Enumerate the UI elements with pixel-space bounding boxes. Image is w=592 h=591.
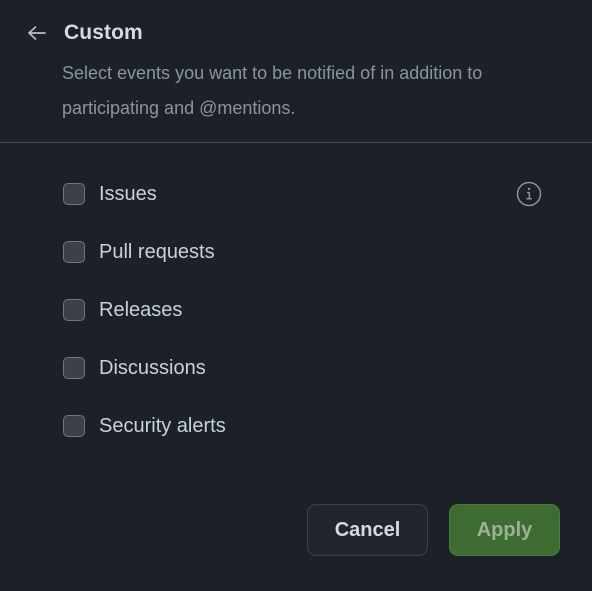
option-label-issues: Issues — [99, 183, 157, 205]
option-row-security-alerts[interactable]: Security alerts — [0, 409, 592, 443]
header-title-row: Custom — [24, 18, 568, 48]
cancel-button[interactable]: Cancel — [307, 504, 428, 556]
checkbox-pull-requests[interactable] — [63, 241, 85, 263]
checkbox-releases[interactable] — [63, 299, 85, 321]
option-label-security-alerts: Security alerts — [99, 415, 226, 437]
option-label-releases: Releases — [99, 299, 183, 321]
custom-notifications-panel: Custom Select events you want to be noti… — [0, 0, 592, 591]
checkbox-discussions[interactable] — [63, 357, 85, 379]
arrow-left-icon — [24, 20, 50, 46]
panel-footer: Cancel Apply — [0, 504, 592, 556]
option-row-issues[interactable]: Issues — [0, 177, 592, 211]
option-label-pull-requests: Pull requests — [99, 241, 215, 263]
page-title: Custom — [64, 21, 143, 44]
checkbox-security-alerts[interactable] — [63, 415, 85, 437]
apply-button[interactable]: Apply — [449, 504, 560, 556]
notification-options-list: Issues Pull requests Releases Discussion… — [0, 143, 592, 443]
info-icon[interactable] — [516, 181, 542, 207]
checkbox-issues[interactable] — [63, 183, 85, 205]
panel-header: Custom Select events you want to be noti… — [0, 0, 592, 142]
back-button[interactable] — [24, 20, 50, 46]
option-row-pull-requests[interactable]: Pull requests — [0, 235, 592, 269]
option-row-releases[interactable]: Releases — [0, 293, 592, 327]
option-label-discussions: Discussions — [99, 357, 206, 379]
option-row-discussions[interactable]: Discussions — [0, 351, 592, 385]
panel-description: Select events you want to be notified of… — [62, 63, 483, 118]
